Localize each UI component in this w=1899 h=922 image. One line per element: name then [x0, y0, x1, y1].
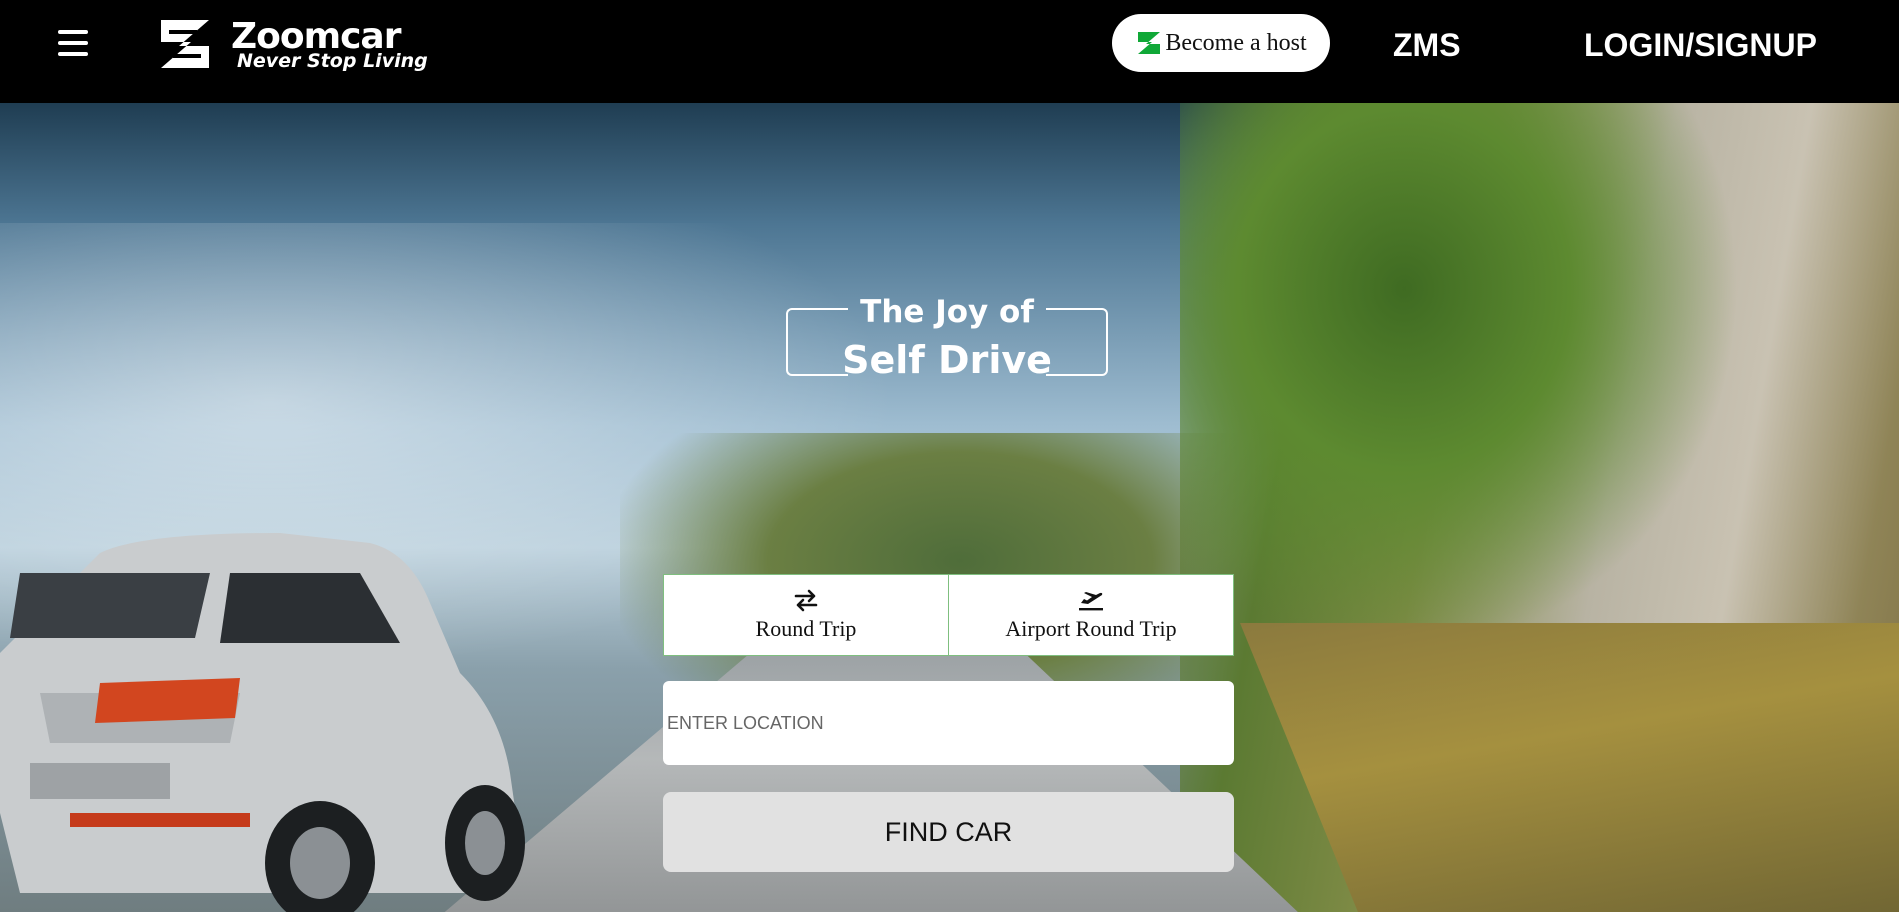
tab-round-trip[interactable]: Round Trip — [664, 575, 948, 655]
hero-foliage — [1180, 103, 1740, 653]
trip-type-tabs: Round Trip Airport Round Trip — [663, 574, 1234, 656]
zoomcar-z-logo-icon — [161, 20, 209, 68]
hero-tagline: The Joy of Self Drive — [786, 294, 1108, 382]
swap-arrows-icon — [794, 589, 818, 612]
tab-round-trip-label: Round Trip — [755, 616, 857, 641]
zms-link[interactable]: ZMS — [1393, 27, 1461, 64]
tagline-line-1: The Joy of — [860, 294, 1034, 330]
tab-airport-round-trip-label: Airport Round Trip — [1005, 616, 1177, 641]
tagline-line-2: Self Drive — [842, 338, 1052, 382]
find-car-button[interactable]: FIND CAR — [663, 792, 1234, 872]
location-input[interactable] — [663, 681, 1234, 765]
suv-car-image — [0, 533, 525, 912]
top-navigation-bar: Zoomcar Never Stop Living Become a host … — [0, 0, 1899, 103]
zoomcar-green-z-icon — [1138, 32, 1161, 54]
airplane-takeoff-icon — [1079, 592, 1103, 611]
logo-tagline: Never Stop Living — [237, 50, 428, 72]
hero-banner — [0, 103, 1899, 912]
login-signup-link[interactable]: LOGIN/SIGNUP — [1584, 27, 1817, 64]
become-host-button[interactable]: Become a host — [1112, 14, 1330, 72]
hamburger-menu-icon[interactable] — [58, 30, 96, 60]
zoomcar-logo[interactable]: Zoomcar Never Stop Living — [157, 16, 428, 76]
become-host-label: Become a host — [1165, 29, 1307, 56]
tab-airport-round-trip[interactable]: Airport Round Trip — [948, 575, 1233, 655]
